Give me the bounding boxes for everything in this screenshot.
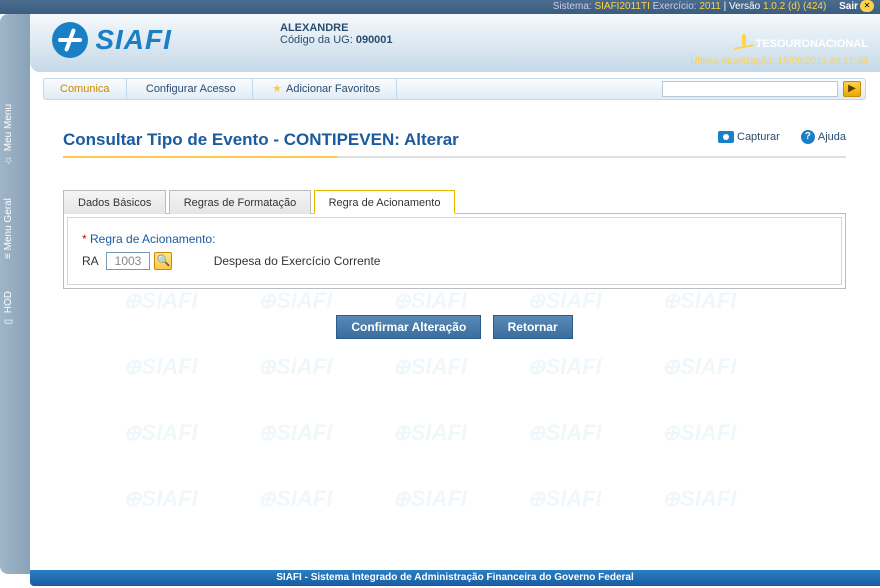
content: Capturar ?Ajuda Consultar Tipo de Evento… [43, 108, 866, 558]
user-name: ALEXANDRE [280, 22, 393, 34]
retornar-button[interactable]: Retornar [493, 315, 573, 339]
watermark: ⊕SIAFI⊕SIAFI⊕SIAFI⊕SIAFI⊕SIAFI ⊕SIAFI⊕SI… [93, 268, 846, 518]
ug-code: Código da UG: 090001 [280, 34, 393, 46]
star-icon: ☆ [3, 154, 14, 165]
logo: SIAFI [52, 22, 172, 58]
header: SIAFI ALEXANDRE Código da UG: 090001 TES… [30, 14, 880, 72]
versao-value: 1.0.2 (d) (424) [763, 1, 826, 12]
tesouro-nacional: TESOURONACIONAL [734, 36, 868, 52]
field-label-row: * Regra de Acionamento: [82, 232, 827, 246]
sair-button[interactable]: Sair [839, 1, 858, 12]
ra-code-input[interactable] [106, 252, 150, 270]
required-marker: * [82, 232, 87, 246]
monitor-icon: ▭ [3, 316, 14, 327]
menu-bar: Comunica Configurar Acesso ★Adicionar Fa… [43, 78, 866, 100]
versao-label: Versão [729, 1, 760, 12]
user-block: ALEXANDRE Código da UG: 090001 [280, 22, 393, 46]
tabs: Dados Básicos Regras de Formatação Regra… [63, 190, 846, 214]
regra-acionamento-label: Regra de Acionamento: [90, 232, 215, 246]
siafi-logo-icon [52, 22, 88, 58]
tab-regra-acionamento[interactable]: Regra de Acionamento [314, 190, 456, 214]
search-input[interactable] [662, 81, 838, 97]
system-bar: Sistema: SIAFI2011TI Exercício: 2011 | V… [0, 0, 880, 14]
search-box: ▶ [662, 81, 861, 97]
bars-icon: ≡ [3, 254, 14, 260]
page-tools: Capturar ?Ajuda [700, 130, 846, 144]
capturar-button[interactable]: Capturar [718, 131, 780, 143]
last-update: Última atualização: 19/09/2011 às 17:34 [690, 56, 868, 67]
form-box-inner: * Regra de Acionamento: RA 🔍 Despesa do … [67, 217, 842, 285]
ra-description: Despesa do Exercício Corrente [214, 254, 381, 268]
lookup-button[interactable]: 🔍 [154, 252, 172, 270]
menu-configurar-acesso[interactable]: Configurar Acesso [130, 79, 253, 99]
sidetab-menu-geral[interactable]: ≡ Menu Geral [3, 184, 27, 274]
tesouro-icon [734, 36, 754, 52]
sidetab-meu-menu[interactable]: ☆ Meu Menu [3, 94, 27, 174]
sistema-value: SIAFI2011TI [594, 1, 649, 12]
tab-dados-basicos[interactable]: Dados Básicos [63, 190, 166, 214]
form-box: * Regra de Acionamento: RA 🔍 Despesa do … [63, 213, 846, 289]
side-tabs: ☆ Meu Menu ≡ Menu Geral ▭ HOD [0, 14, 30, 574]
help-icon: ? [801, 130, 815, 144]
sidetab-hod[interactable]: ▭ HOD [3, 284, 27, 334]
exercicio-value: 2011 [699, 1, 721, 12]
button-row: Confirmar Alteração Retornar [43, 315, 866, 339]
menu-adicionar-favoritos[interactable]: ★Adicionar Favoritos [256, 79, 397, 99]
camera-icon [718, 131, 734, 143]
field-row: RA 🔍 Despesa do Exercício Corrente [82, 252, 827, 270]
star-icon: ★ [272, 83, 282, 95]
siafi-logo-text: SIAFI [95, 24, 172, 56]
footer: SIAFI - Sistema Integrado de Administraç… [30, 570, 880, 586]
ajuda-button[interactable]: ?Ajuda [801, 130, 846, 144]
exercicio-label: Exercício: [653, 1, 697, 12]
search-go-button[interactable]: ▶ [843, 81, 861, 97]
title-underline [63, 156, 846, 158]
sair-icon[interactable]: ✕ [860, 0, 874, 12]
menu-comunica[interactable]: Comunica [44, 79, 127, 99]
ra-prefix: RA [82, 254, 99, 268]
tab-regras-formatacao[interactable]: Regras de Formatação [169, 190, 312, 214]
sistema-label: Sistema: [553, 1, 592, 12]
confirmar-button[interactable]: Confirmar Alteração [336, 315, 481, 339]
